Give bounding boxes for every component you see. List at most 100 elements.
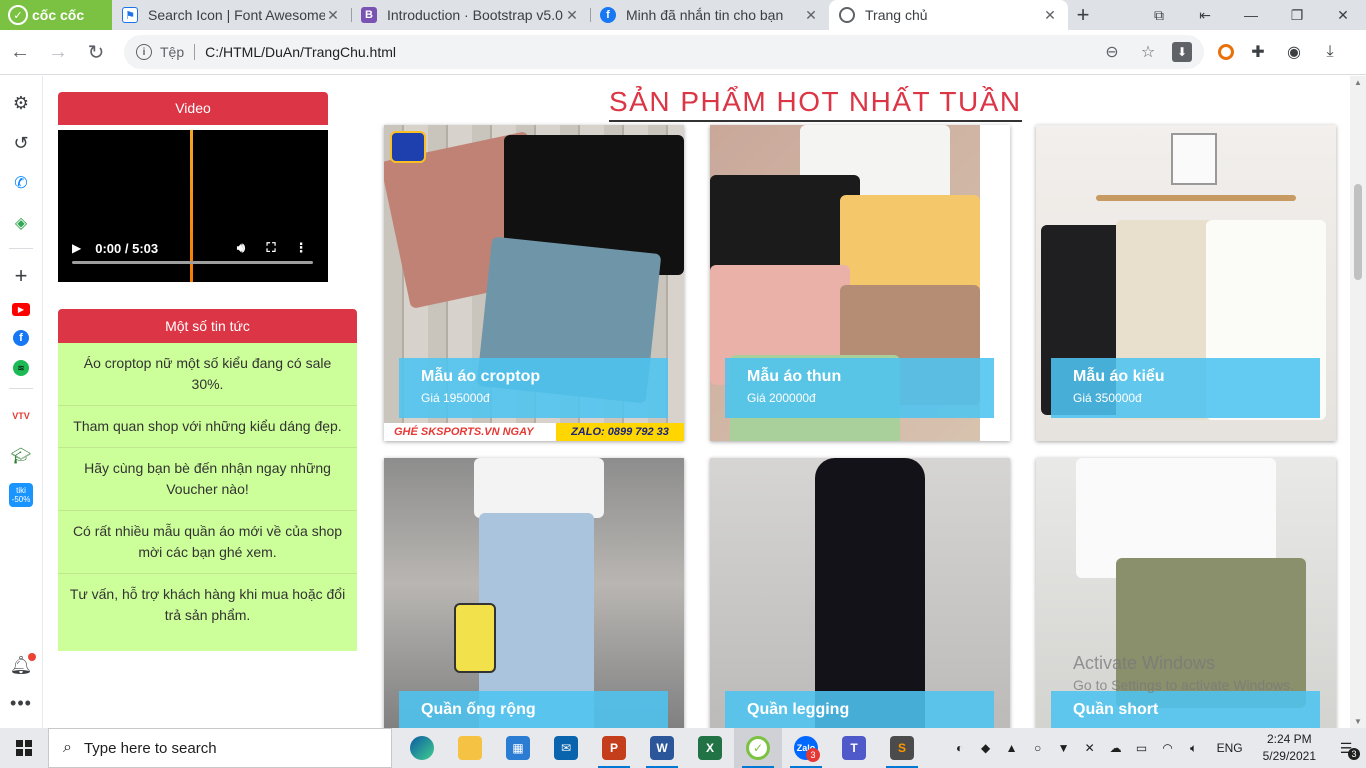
product-card-legging[interactable]: Quần legging bbox=[710, 458, 1010, 728]
browser-menu-button[interactable]: ✓ cốc cốc bbox=[0, 0, 112, 30]
reload-button[interactable]: ↻ bbox=[78, 34, 114, 70]
news-item[interactable]: Áo croptop nữ một số kiểu đang có sale 3… bbox=[58, 343, 357, 406]
taskbar-excel[interactable]: X bbox=[686, 728, 734, 768]
brand-logo-icon bbox=[390, 131, 426, 163]
back-button[interactable]: ← bbox=[2, 34, 38, 70]
info-icon[interactable]: i bbox=[136, 44, 152, 60]
vtv-icon[interactable]: VTV bbox=[8, 403, 34, 429]
spotify-icon[interactable]: ≋ bbox=[13, 360, 29, 376]
url-text[interactable]: C:/HTML/DuAn/TrangChu.html bbox=[205, 44, 1094, 60]
news-item[interactable]: Tham quan shop với những kiểu dáng đẹp. bbox=[58, 406, 357, 448]
coccoc-extension-icon[interactable] bbox=[1218, 44, 1234, 60]
minimize-button[interactable]: — bbox=[1228, 7, 1274, 23]
bell-icon[interactable]: 🔔︎ bbox=[10, 653, 37, 676]
taskbar-word[interactable]: W bbox=[638, 728, 686, 768]
action-center-button[interactable]: ☰ 3 bbox=[1326, 728, 1366, 768]
taskbar-powerpoint[interactable]: P bbox=[590, 728, 638, 768]
taskbar-file-explorer[interactable] bbox=[446, 728, 494, 768]
more-icon[interactable]: ••• bbox=[10, 693, 32, 714]
product-card-croptop[interactable]: GHÉ SKSPORTS.VN NGAY ZALO: 0899 792 33 M… bbox=[384, 125, 684, 441]
profile-icon[interactable]: ◉ bbox=[1282, 42, 1306, 62]
cloud-icon[interactable]: ☁ bbox=[1105, 741, 1127, 755]
page-scrollbar[interactable]: ▲ ▼ bbox=[1350, 76, 1366, 728]
antivirus-icon[interactable]: ▼ bbox=[1053, 741, 1075, 755]
tab-facebook[interactable]: f Minh đã nhắn tin cho bạn ✕ bbox=[590, 0, 829, 30]
opera-icon[interactable]: ○ bbox=[1027, 741, 1049, 755]
taskbar-search[interactable]: ⌕ Type here to search bbox=[48, 728, 392, 768]
product-caption: Mẫu áo croptop Giá 195000đ bbox=[399, 358, 668, 418]
gear-icon[interactable]: ⚙ bbox=[8, 90, 34, 116]
clock[interactable]: 2:24 PM 5/29/2021 bbox=[1263, 731, 1316, 765]
video-progress-bar[interactable] bbox=[72, 261, 313, 264]
mail-icon: ✉ bbox=[554, 736, 578, 760]
tab-font-awesome[interactable]: ⚑ Search Icon | Font Awesome ✕ bbox=[112, 0, 351, 30]
product-caption: Quần legging bbox=[725, 691, 994, 728]
product-card-kieu[interactable]: Mẫu áo kiểu Giá 350000đ bbox=[1036, 125, 1336, 441]
news-item[interactable]: Tư vấn, hỗ trợ khách hàng khi mua hoặc đ… bbox=[58, 574, 357, 636]
taskbar-sublime[interactable]: S bbox=[878, 728, 926, 768]
browser-toolbar: ← → ↻ i Tệp C:/HTML/DuAn/TrangChu.html ⊖… bbox=[0, 30, 1366, 75]
edge-icon bbox=[410, 736, 434, 760]
video-player[interactable]: ▶ 0:00 / 5:03 🔊︎ ⛶ ⋮ bbox=[58, 130, 328, 282]
volume-icon[interactable]: 🔊︎ bbox=[226, 240, 256, 256]
coccoc-logo-icon: ✓ bbox=[8, 5, 28, 25]
product-card-thun[interactable]: Mẫu áo thun Giá 200000đ bbox=[710, 125, 1010, 441]
product-caption: Mẫu áo kiểu Giá 350000đ bbox=[1051, 358, 1320, 418]
zoom-icon[interactable]: ⊖ bbox=[1094, 42, 1130, 62]
forward-button[interactable]: → bbox=[40, 34, 76, 70]
language-indicator[interactable]: ENG bbox=[1217, 741, 1243, 755]
close-icon[interactable]: ✕ bbox=[1042, 7, 1058, 24]
star-icon[interactable]: ☆ bbox=[1130, 42, 1166, 62]
taskbar-zalo[interactable]: Zalo 3 bbox=[782, 728, 830, 768]
scrollbar-thumb[interactable] bbox=[1354, 184, 1362, 280]
close-icon[interactable]: ✕ bbox=[325, 7, 341, 24]
more-options-icon[interactable]: ⋮ bbox=[286, 240, 316, 256]
taskbar-mail[interactable]: ✉ bbox=[542, 728, 590, 768]
wifi-icon[interactable]: ◠ bbox=[1157, 741, 1179, 755]
taskbar-store[interactable]: ▦ bbox=[494, 728, 542, 768]
product-name: Quần legging bbox=[747, 701, 850, 718]
messenger-icon[interactable]: ✆ bbox=[8, 170, 34, 196]
network-off-icon[interactable]: ✕ bbox=[1079, 741, 1101, 755]
news-item[interactable]: Có rất nhiều mẫu quần áo mới về của shop… bbox=[58, 511, 357, 574]
scroll-down-arrow-icon[interactable]: ▼ bbox=[1350, 717, 1366, 726]
facebook-icon[interactable]: f bbox=[13, 330, 29, 346]
taskbar-teams[interactable]: T bbox=[830, 728, 878, 768]
new-tab-button[interactable]: + bbox=[1068, 0, 1098, 30]
news-item[interactable]: Hãy cùng bạn bè đến nhận ngay những Vouc… bbox=[58, 448, 357, 511]
product-card-ong-rong[interactable]: Quần ống rộng bbox=[384, 458, 684, 728]
close-icon[interactable]: ✕ bbox=[564, 7, 580, 24]
add-icon[interactable]: + bbox=[8, 263, 34, 289]
close-window-button[interactable]: ✕ bbox=[1320, 7, 1366, 24]
graduation-hat-icon[interactable]: 🎓︎ bbox=[8, 443, 34, 469]
search-tabs-icon[interactable]: ⧉ bbox=[1136, 7, 1182, 24]
teams-tray-icon[interactable]: ◆ bbox=[975, 741, 997, 755]
address-bar[interactable]: i Tệp C:/HTML/DuAn/TrangChu.html ⊖ ☆ ⬇ bbox=[124, 35, 1204, 69]
gamepad-icon[interactable]: ◈ bbox=[8, 210, 34, 236]
taskbar-edge[interactable] bbox=[398, 728, 446, 768]
tab-bootstrap[interactable]: B Introduction · Bootstrap v5.0 ✕ bbox=[351, 0, 590, 30]
zalo-tray-icon[interactable]: ◐ bbox=[949, 741, 971, 755]
product-name: Mẫu áo thun bbox=[747, 368, 842, 385]
youtube-icon[interactable]: ▶ bbox=[12, 303, 30, 316]
product-name: Quần short bbox=[1073, 701, 1159, 718]
downloads-icon[interactable]: ⤓ bbox=[1318, 43, 1342, 61]
product-photo bbox=[710, 458, 1010, 728]
tab-trang-chu[interactable]: Trang chủ ✕ bbox=[829, 0, 1068, 30]
folder-icon bbox=[458, 736, 482, 760]
back-arrow-icon[interactable]: ⇤ bbox=[1182, 7, 1228, 24]
restore-button[interactable]: ❐ bbox=[1274, 7, 1320, 24]
battery-icon[interactable]: ▭ bbox=[1131, 741, 1153, 755]
start-button[interactable] bbox=[0, 728, 48, 768]
taskbar-coccoc[interactable]: ✓ bbox=[734, 728, 782, 768]
volume-icon[interactable]: 🔈︎ bbox=[1183, 741, 1205, 756]
download-page-icon[interactable]: ⬇ bbox=[1172, 42, 1192, 62]
tiki-icon[interactable]: tiki -50% bbox=[9, 483, 33, 507]
puzzle-icon[interactable]: ✚ bbox=[1246, 42, 1270, 62]
close-icon[interactable]: ✕ bbox=[803, 7, 819, 24]
fullscreen-icon[interactable]: ⛶ bbox=[256, 240, 286, 256]
play-icon[interactable]: ▶ bbox=[72, 241, 81, 255]
app-tray-icon[interactable]: ▲ bbox=[1001, 741, 1023, 755]
history-icon[interactable]: ↺ bbox=[8, 130, 34, 156]
scroll-up-arrow-icon[interactable]: ▲ bbox=[1350, 78, 1366, 87]
